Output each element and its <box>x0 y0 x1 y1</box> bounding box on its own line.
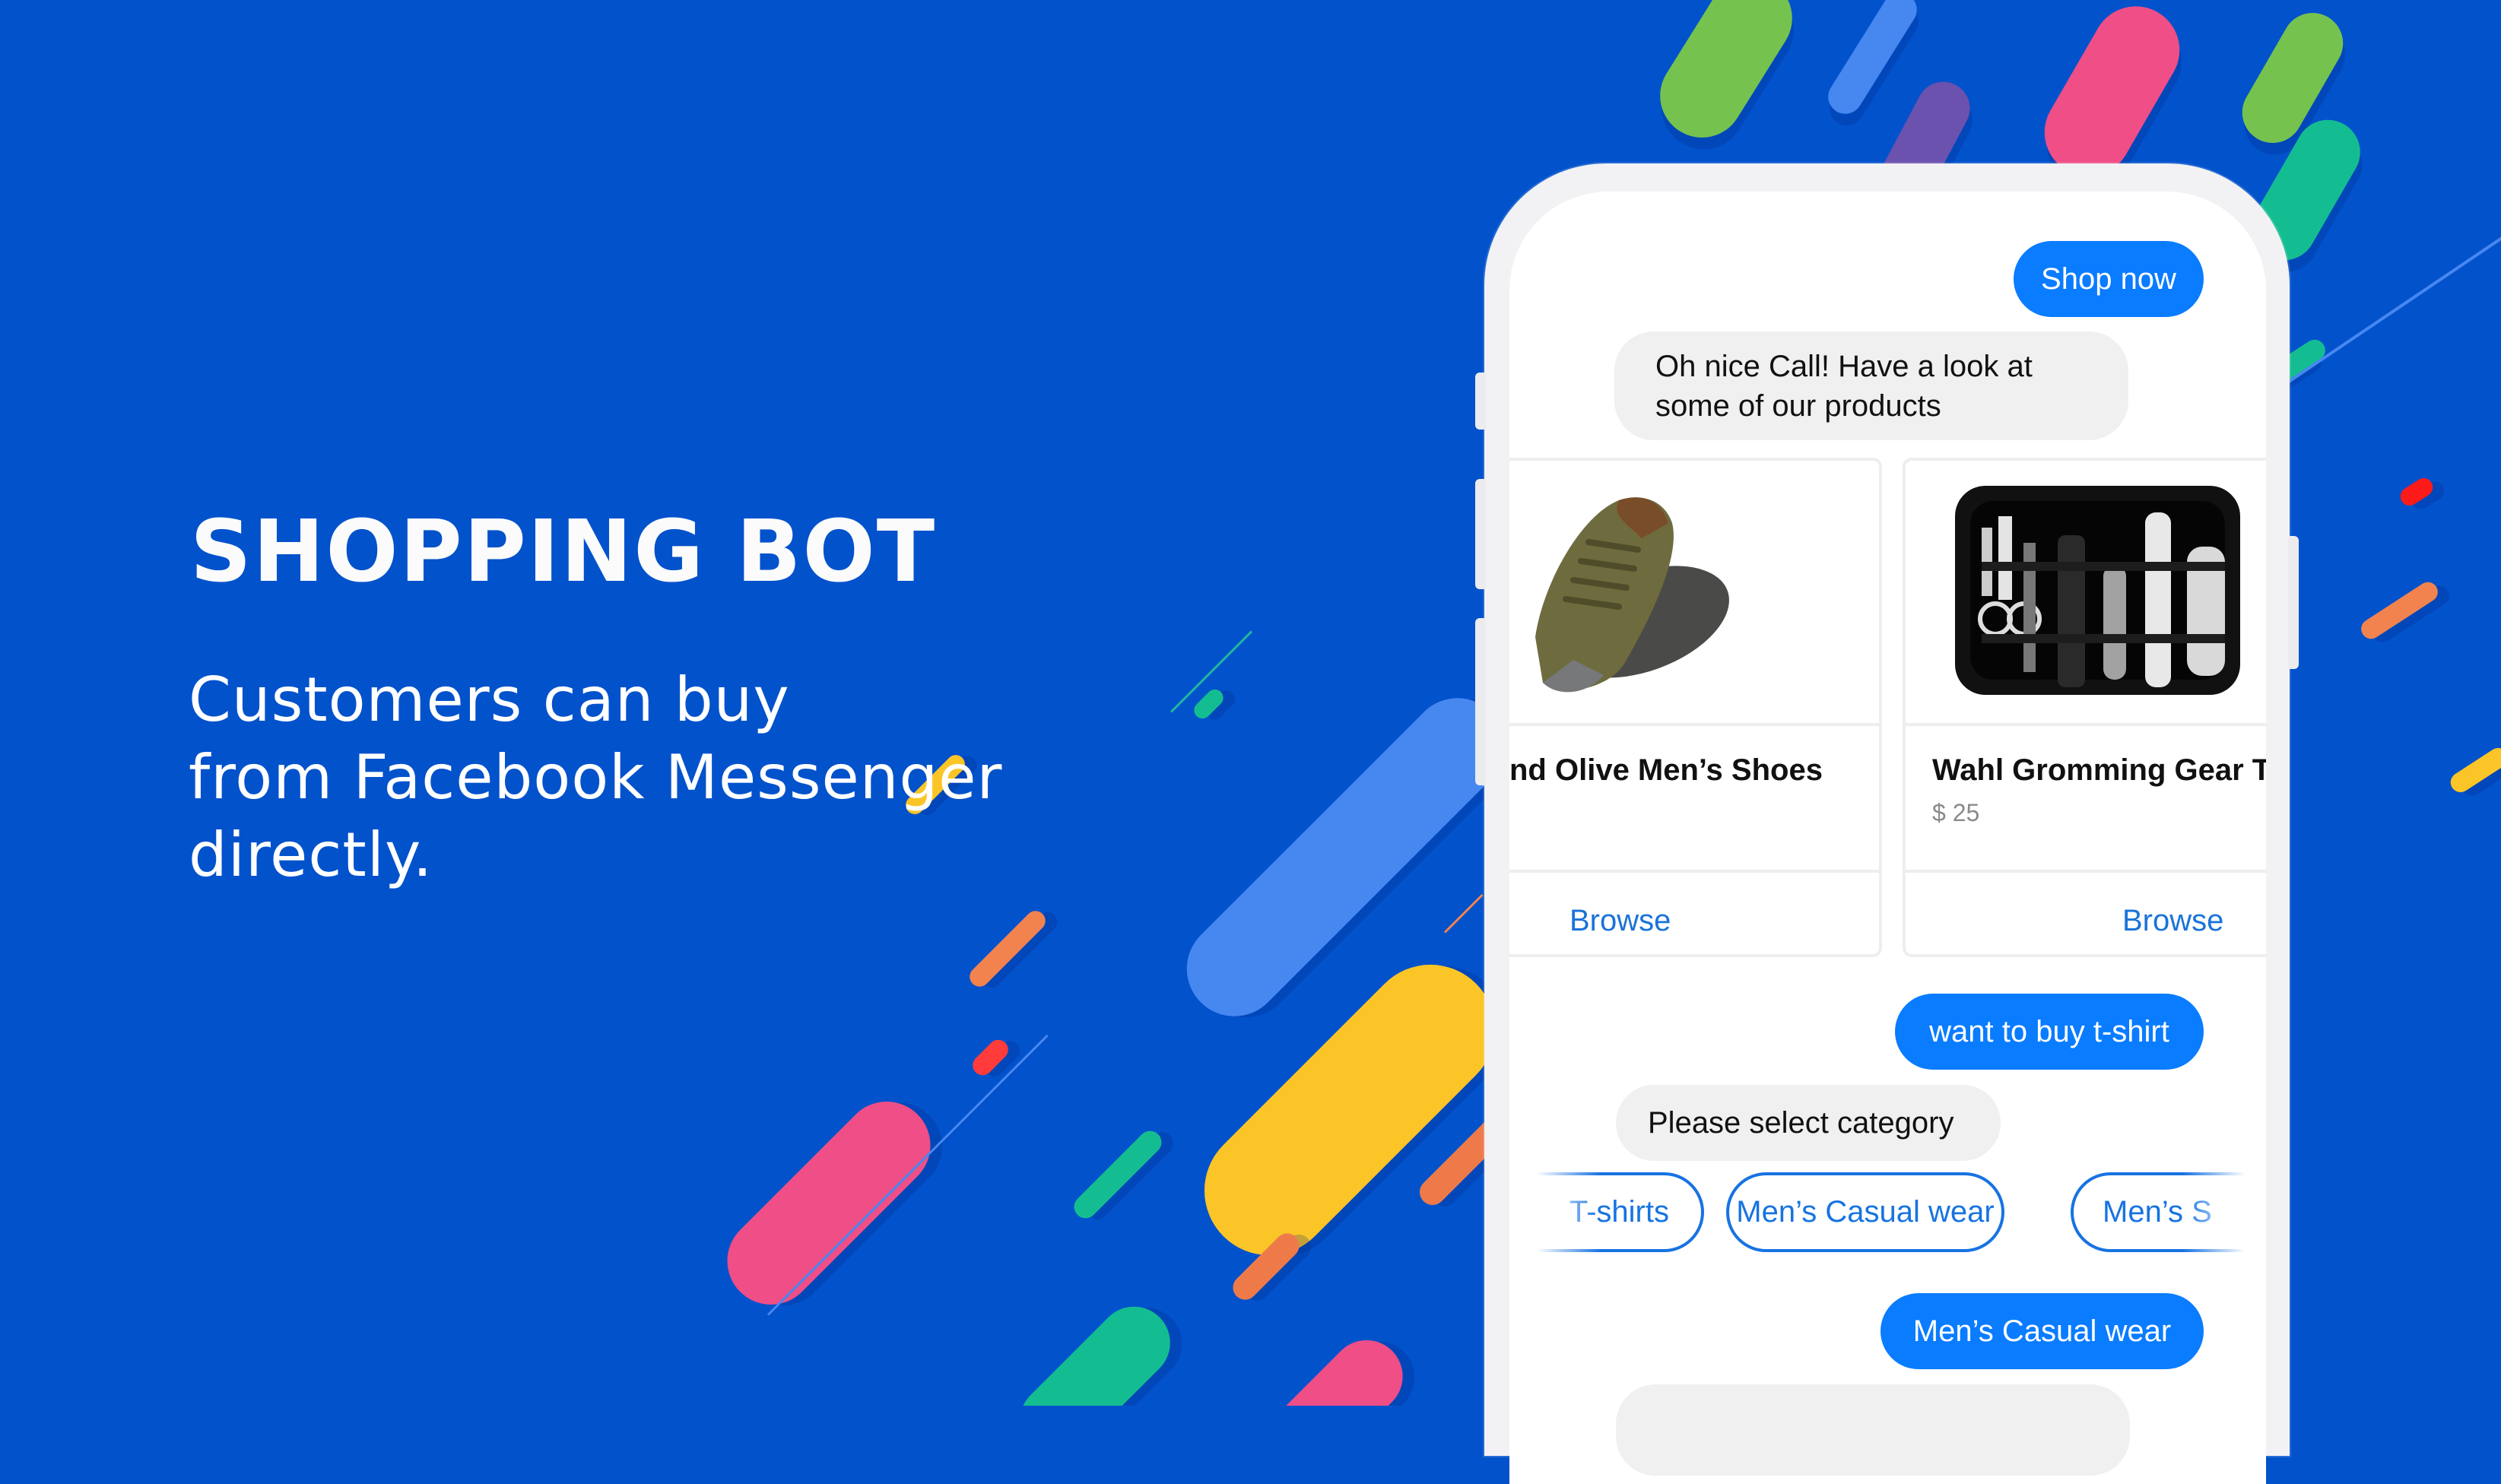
decor-dash-orange <box>2357 578 2442 643</box>
product-image-olive-shoes <box>1509 461 1879 726</box>
message-text: Shop now <box>2041 262 2176 296</box>
decor-dash-teal <box>1190 686 1227 722</box>
decor-dash-red-2 <box>968 1035 1013 1080</box>
messenger-chat-screen: Shop now Oh nice Call! Have a look at so… <box>1509 192 2266 1484</box>
decor-dash-yellow <box>2446 744 2501 797</box>
decor-stripe-pink-3 <box>1258 1325 1418 1406</box>
decor-dash-teal-2 <box>1069 1126 1166 1223</box>
decor-stripe-green <box>1644 0 1808 154</box>
message-text: Men’s Casual wear <box>1912 1314 2172 1348</box>
browse-button[interactable]: Browse <box>1569 904 1671 938</box>
message-text-line: some of our products <box>1655 388 1941 423</box>
message-text: want to buy t-shirt <box>1929 1015 2169 1048</box>
card-divider <box>1509 870 1879 873</box>
product-card[interactable]: nd Olive Men’s Shoes Browse <box>1509 458 1882 957</box>
hero-subtitle-line: directly. <box>189 820 433 890</box>
product-price: $ 25 <box>1932 799 1980 826</box>
hero-subtitle: Customers can buy from Facebook Messenge… <box>189 661 1002 894</box>
product-title: nd Olive Men’s Shoes <box>1509 753 1823 787</box>
phone-side-button <box>1475 618 1486 785</box>
hero-subtitle-line: from Facebook Messenger <box>189 742 1003 813</box>
phone-mockup: Shop now Oh nice Call! Have a look at so… <box>1475 163 2299 1484</box>
bot-message-bubble: Please select category <box>1616 1085 2001 1161</box>
card-divider <box>1906 870 2266 873</box>
hero-title: SHOPPING BOT <box>190 503 937 601</box>
quick-reply-mens-casual-wear[interactable]: Men’s Casual wear <box>1726 1172 2004 1252</box>
decor-stripe-pink-2 <box>709 1083 949 1323</box>
message-text: Please select category <box>1648 1106 1954 1140</box>
browse-button[interactable]: Browse <box>2122 904 2223 938</box>
decor-stripe-lightblue <box>1821 0 1924 121</box>
user-message-bubble: want to buy t-shirt <box>1895 994 2204 1070</box>
decor-line-blue <box>2287 227 2501 383</box>
user-message-bubble: Men’s Casual wear <box>1881 1293 2204 1369</box>
product-card[interactable]: Wahl Gromming Gear T $ 25 Browse <box>1903 458 2266 957</box>
product-title: Wahl Gromming Gear T <box>1932 753 2266 787</box>
phone-side-button <box>1475 373 1486 430</box>
grooming-kit-image-icon <box>1955 486 2240 695</box>
decor-stripe-teal-2 <box>1005 1292 1185 1406</box>
phone-side-button <box>2288 536 2299 669</box>
carousel-fade-right <box>2182 1165 2266 1260</box>
carousel-fade-left <box>1509 1165 1601 1260</box>
decor-dash-orange-2 <box>965 906 1050 991</box>
shoe-image-icon <box>1535 497 1729 693</box>
product-image-grooming-kit <box>1906 461 2266 726</box>
bot-message-bubble-partial <box>1616 1384 2130 1476</box>
phone-side-button <box>1475 479 1486 589</box>
decor-line-orange <box>1443 893 1484 934</box>
hero-subtitle-line: Customers can buy <box>189 664 790 735</box>
bot-message-bubble: Oh nice Call! Have a look at some of our… <box>1614 331 2128 440</box>
quick-reply-label: Men’s Casual wear <box>1736 1195 1995 1229</box>
decor-dash-red <box>2397 474 2436 509</box>
user-message-bubble: Shop now <box>2014 241 2204 317</box>
message-text-line: Oh nice Call! Have a look at <box>1655 349 2033 383</box>
